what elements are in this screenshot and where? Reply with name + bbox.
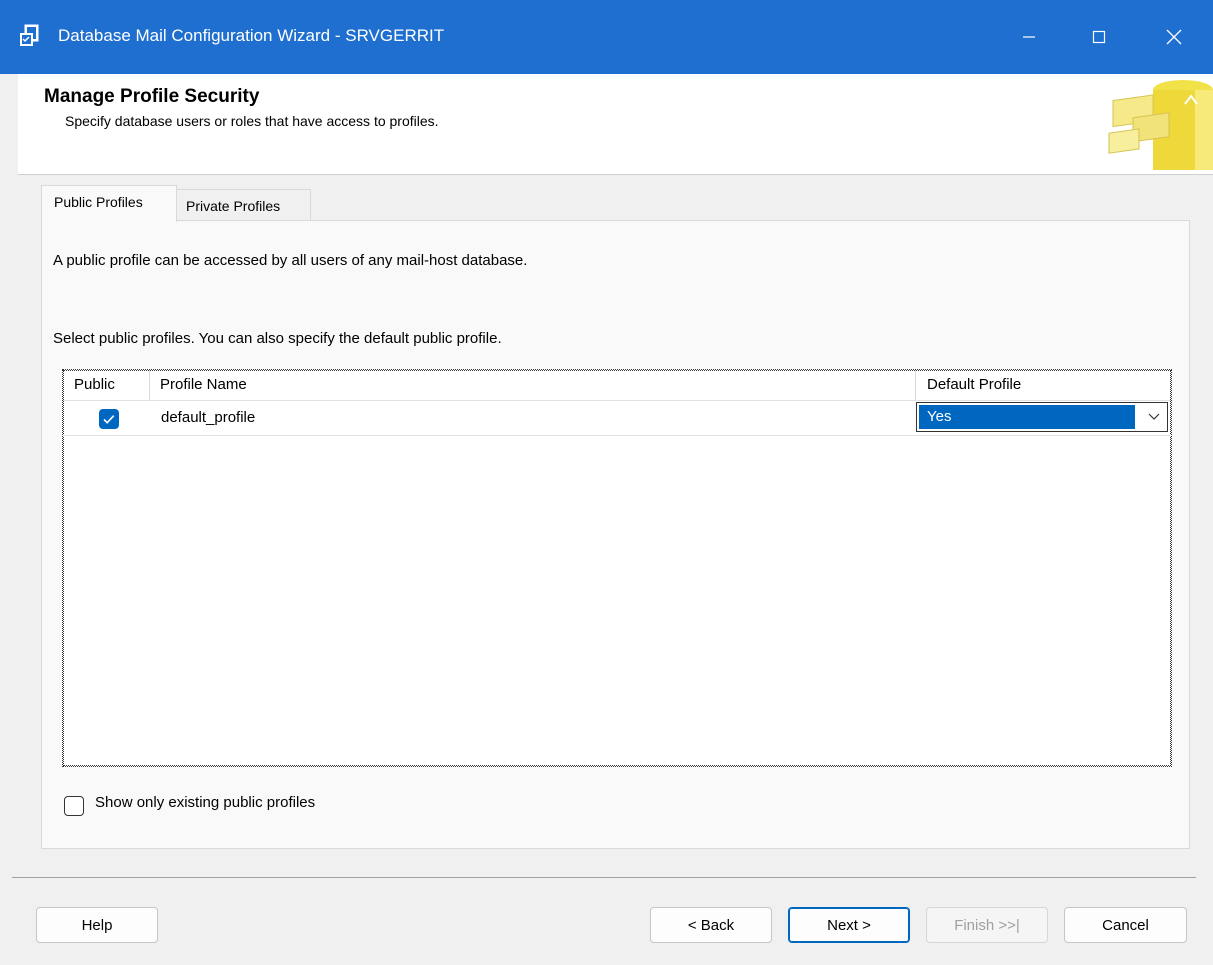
- maximize-button[interactable]: [1065, 0, 1133, 74]
- default-profile-dropdown[interactable]: Yes: [916, 402, 1168, 432]
- wizard-header: Manage Profile Security Specify database…: [18, 74, 1213, 175]
- grid-header: Public Profile Name Default Profile: [63, 370, 1171, 401]
- database-mail-app-icon: [20, 24, 39, 46]
- close-icon: [1166, 29, 1182, 45]
- public-checkbox[interactable]: [99, 409, 119, 429]
- tab-private-profiles[interactable]: Private Profiles: [175, 189, 311, 222]
- title-bar[interactable]: Database Mail Configuration Wizard - SRV…: [0, 0, 1213, 74]
- show-only-existing-checkbox[interactable]: [64, 796, 84, 816]
- next-button[interactable]: Next >: [788, 907, 910, 943]
- help-button[interactable]: Help: [36, 907, 158, 943]
- minimize-button[interactable]: [995, 0, 1063, 74]
- finish-button[interactable]: Finish >>|: [926, 907, 1048, 943]
- public-profiles-grid[interactable]: Public Profile Name Default Profile defa…: [62, 369, 1172, 767]
- page-subtitle: Specify database users or roles that hav…: [65, 113, 439, 129]
- page-title: Manage Profile Security: [44, 86, 260, 107]
- column-divider[interactable]: [915, 370, 916, 400]
- window-title: Database Mail Configuration Wizard - SRV…: [58, 26, 445, 45]
- tab-public-profiles-label: Public Profiles: [54, 194, 143, 210]
- column-header-public[interactable]: Public: [74, 370, 115, 400]
- show-only-existing-label[interactable]: Show only existing public profiles: [95, 794, 315, 811]
- column-header-profile-name[interactable]: Profile Name: [160, 370, 247, 400]
- minimize-icon: [1023, 36, 1035, 38]
- maximize-icon: [1092, 30, 1106, 44]
- checkmark-icon: [103, 415, 115, 424]
- close-button[interactable]: [1140, 0, 1208, 74]
- footer-divider: [12, 877, 1196, 878]
- tab-private-profiles-label: Private Profiles: [186, 198, 281, 214]
- table-row[interactable]: default_profile Yes: [63, 401, 1171, 436]
- tab-public-profiles[interactable]: Public Profiles: [41, 185, 177, 222]
- public-profile-instruction: Select public profiles. You can also spe…: [53, 330, 502, 347]
- public-profile-description: A public profile can be accessed by all …: [53, 252, 528, 269]
- profile-name-cell: default_profile: [161, 409, 256, 426]
- cancel-button[interactable]: Cancel: [1064, 907, 1187, 943]
- column-header-default-profile[interactable]: Default Profile: [927, 370, 1021, 400]
- column-divider[interactable]: [149, 370, 150, 400]
- database-mail-banner-icon: [1108, 80, 1213, 170]
- chevron-down-icon[interactable]: [1147, 411, 1161, 421]
- back-button[interactable]: < Back: [650, 907, 772, 943]
- default-profile-selected-value: Yes: [919, 405, 1135, 429]
